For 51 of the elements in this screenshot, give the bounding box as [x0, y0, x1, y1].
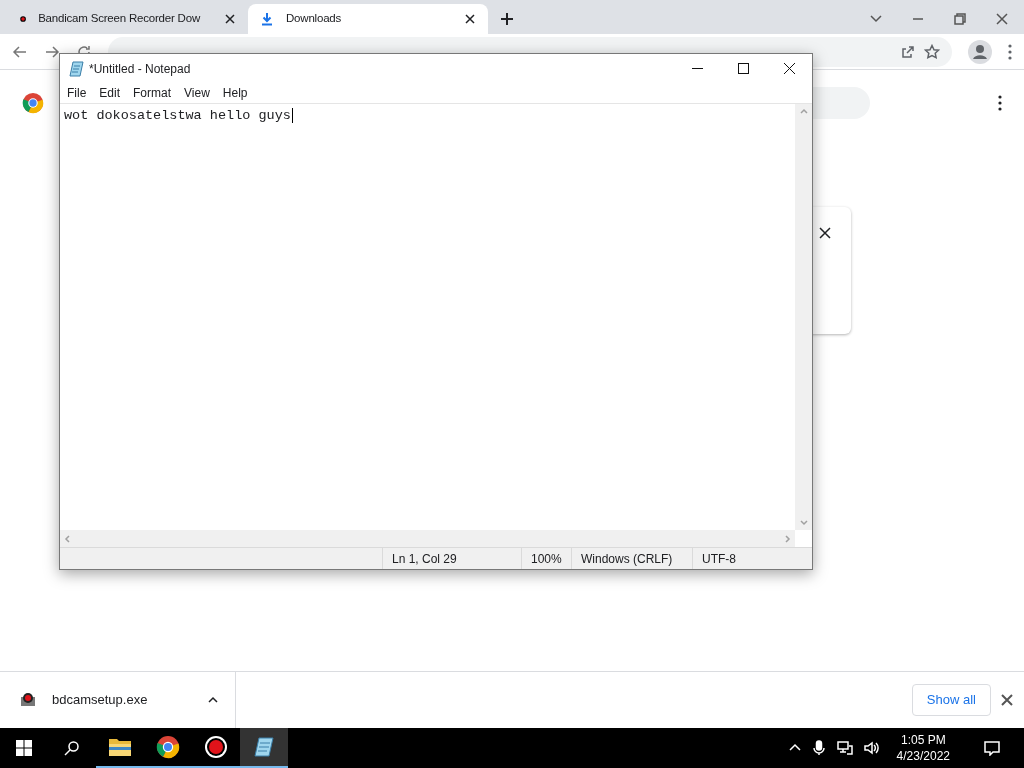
tab-search-icon[interactable]	[870, 13, 882, 25]
status-field: 100%	[521, 548, 571, 569]
back-icon[interactable]	[12, 43, 28, 60]
window-title: *Untitled - Notepad	[89, 60, 192, 78]
browser-tab[interactable]: Downloads	[248, 4, 488, 34]
download-icon	[260, 12, 274, 26]
notepad-icon	[252, 735, 276, 759]
file-name: bdcamsetup.exe	[52, 691, 149, 710]
folder-icon	[108, 737, 132, 757]
star-icon[interactable]	[924, 43, 940, 60]
tab-title: Bandicam Screen Recorder Dow	[38, 11, 200, 27]
clock-date: 4/23/2022	[896, 748, 950, 764]
status-field: Ln 1, Col 29	[382, 548, 521, 569]
network-icon[interactable]	[836, 740, 853, 756]
close-shelf-icon[interactable]	[1001, 694, 1013, 706]
share-icon[interactable]	[900, 43, 916, 60]
new-tab-icon[interactable]	[500, 12, 514, 26]
menu-item[interactable]: View	[178, 84, 216, 102]
menu-icon[interactable]	[1008, 43, 1012, 60]
notepad-icon	[69, 60, 85, 77]
forward-icon[interactable]	[44, 43, 60, 60]
menu-item[interactable]: Help	[216, 84, 254, 102]
show-all-button[interactable]: Show all	[911, 684, 991, 716]
text-area[interactable]: wot dokosatelstwa hello guys	[60, 104, 795, 530]
installer-icon	[20, 692, 36, 708]
windows-start-icon[interactable]	[16, 740, 32, 756]
document-text: wot dokosatelstwa hello guys	[64, 108, 293, 123]
browser-tab[interactable]: Bandicam Screen Recorder Dow	[8, 4, 248, 34]
restore-icon[interactable]	[954, 13, 966, 25]
microphone-icon[interactable]	[810, 740, 827, 756]
status-field: UTF-8	[692, 548, 812, 569]
clock-time: 1:05 PM	[900, 732, 946, 748]
more-menu-icon[interactable]	[998, 95, 1002, 111]
menu-item[interactable]: Format	[127, 84, 178, 102]
profile-icon[interactable]	[968, 39, 992, 64]
close-icon[interactable]	[783, 63, 795, 74]
speaker-icon[interactable]	[862, 740, 879, 756]
chrome-logo-icon	[22, 92, 44, 114]
record-icon	[204, 735, 228, 759]
remove-icon[interactable]	[819, 227, 831, 239]
menu-item[interactable]: File	[61, 84, 93, 102]
menu-item[interactable]: Edit	[93, 84, 127, 102]
taskbar-app[interactable]	[240, 728, 288, 768]
notification-icon[interactable]	[984, 740, 1000, 756]
maximize-icon[interactable]	[737, 63, 749, 74]
search-icon[interactable]	[64, 740, 80, 756]
chrome-icon	[156, 735, 180, 759]
close-tab-icon[interactable]	[224, 13, 236, 25]
close-tab-icon[interactable]	[464, 13, 476, 25]
tab-title: Downloads	[286, 11, 342, 27]
status-field: Windows (CRLF)	[571, 548, 692, 569]
